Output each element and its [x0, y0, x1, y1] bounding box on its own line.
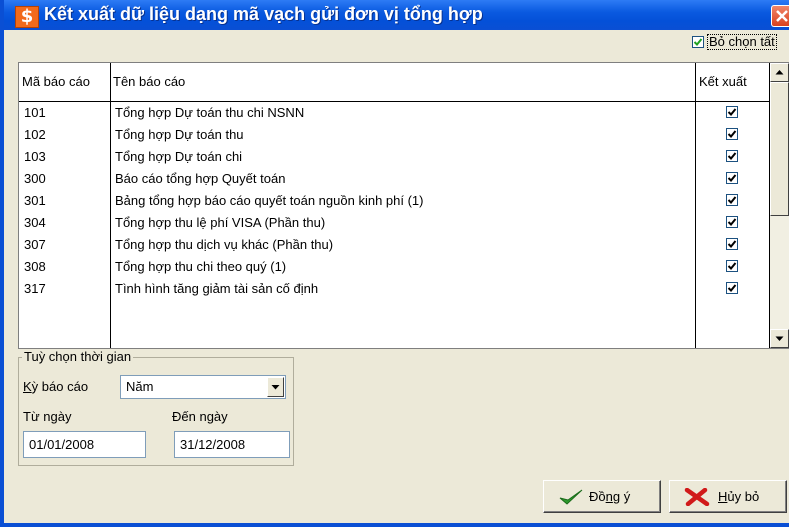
export-checkbox[interactable]: [726, 238, 738, 250]
report-table[interactable]: Mã báo cáo Tên báo cáo Kết xuất 101 Tổng…: [18, 62, 789, 349]
report-code: 308: [24, 259, 46, 274]
table-row[interactable]: 102 Tổng hợp Dự toán thu: [19, 124, 769, 146]
report-name: Tổng hợp Dự toán chi: [115, 149, 243, 164]
export-barcode-dialog: $ Kết xuất dữ liệu dạng mã vạch gửi đơn …: [0, 0, 789, 527]
deselect-all-checkbox[interactable]: Bỏ chọn tất: [692, 33, 777, 51]
dollar-app-icon: $: [15, 6, 39, 28]
arrow-up-icon: [775, 70, 784, 75]
chevron-down-icon: [271, 385, 280, 390]
to-date-input[interactable]: 31/12/2008: [174, 431, 290, 458]
time-options-group: Tuỳ chọn thời gian Kỳ báo cáo Năm Từ ngà…: [18, 349, 294, 466]
header-report-name[interactable]: Tên báo cáo: [110, 63, 696, 101]
period-label: Kỳ báo cáo: [23, 379, 89, 394]
ok-button[interactable]: Đồng ý: [543, 480, 661, 513]
table-header: Mã báo cáo Tên báo cáo Kết xuất: [19, 63, 769, 102]
cancel-label: Hủy bỏ: [718, 489, 760, 504]
window-title: Kết xuất dữ liệu dạng mã vạch gửi đơn vị…: [44, 4, 483, 24]
report-code: 307: [24, 237, 46, 252]
table-row[interactable]: 101 Tổng hợp Dự toán thu chi NSNN: [19, 102, 769, 124]
export-checkbox[interactable]: [726, 216, 738, 228]
table-row[interactable]: 317 Tình hình tăng giảm tài sản cố định: [19, 278, 769, 300]
close-icon: [776, 10, 788, 22]
report-name: Tổng hợp thu dịch vụ khác (Phần thu): [115, 237, 334, 252]
arrow-down-icon: [775, 336, 784, 341]
export-checkbox[interactable]: [726, 260, 738, 272]
report-name: Tình hình tăng giảm tài sản cố định: [115, 281, 319, 296]
period-select[interactable]: Năm: [120, 375, 286, 399]
period-value: Năm: [126, 379, 154, 394]
report-code: 103: [24, 149, 46, 164]
table-row[interactable]: 308 Tổng hợp thu chi theo quý (1): [19, 256, 769, 278]
scroll-up-button[interactable]: [770, 63, 789, 82]
scroll-thumb[interactable]: [770, 82, 789, 216]
report-code: 304: [24, 215, 46, 230]
export-checkbox[interactable]: [726, 106, 738, 118]
export-checkbox[interactable]: [726, 172, 738, 184]
table-body: 101 Tổng hợp Dự toán thu chi NSNN 102 Tổ…: [19, 102, 769, 300]
header-report-code[interactable]: Mã báo cáo: [19, 63, 110, 101]
scroll-down-button[interactable]: [770, 329, 789, 348]
to-date-label: Đến ngày: [172, 409, 228, 424]
report-name: Báo cáo tổng hợp Quyết toán: [115, 171, 286, 186]
export-checkbox[interactable]: [726, 194, 738, 206]
report-name: Tổng hợp Dự toán thu: [115, 127, 244, 142]
table-row[interactable]: 300 Báo cáo tổng hợp Quyết toán: [19, 168, 769, 190]
table-row[interactable]: 103 Tổng hợp Dự toán chi: [19, 146, 769, 168]
header-export[interactable]: Kết xuất: [696, 63, 769, 101]
table-row[interactable]: 301 Bảng tổng hợp báo cáo quyết toán ngu…: [19, 190, 769, 212]
red-x-icon: [684, 488, 710, 506]
from-date-input[interactable]: 01/01/2008: [23, 431, 146, 458]
title-bar[interactable]: $ Kết xuất dữ liệu dạng mã vạch gửi đơn …: [4, 0, 789, 30]
table-row[interactable]: 307 Tổng hợp thu dịch vụ khác (Phần thu): [19, 234, 769, 256]
ok-label: Đồng ý: [589, 489, 631, 504]
report-name: Tổng hợp Dự toán thu chi NSNN: [115, 105, 305, 120]
dropdown-button[interactable]: [267, 377, 284, 397]
report-code: 102: [24, 127, 46, 142]
report-name: Tổng hợp thu lệ phí VISA (Phần thu): [115, 215, 326, 230]
checkbox-checked-icon: [692, 35, 704, 48]
group-title: Tuỳ chọn thời gian: [22, 349, 134, 364]
export-checkbox[interactable]: [726, 282, 738, 294]
close-button[interactable]: [771, 5, 789, 27]
table-row[interactable]: 304 Tổng hợp thu lệ phí VISA (Phần thu): [19, 212, 769, 234]
report-code: 300: [24, 171, 46, 186]
vertical-scrollbar[interactable]: [769, 63, 789, 348]
report-name: Bảng tổng hợp báo cáo quyết toán nguồn k…: [115, 193, 424, 208]
export-checkbox[interactable]: [726, 150, 738, 162]
report-name: Tổng hợp thu chi theo quý (1): [115, 259, 287, 274]
cancel-button[interactable]: Hủy bỏ: [669, 480, 787, 513]
export-checkbox[interactable]: [726, 128, 738, 140]
report-code: 317: [24, 281, 46, 296]
deselect-all-label: Bỏ chọn tất: [707, 33, 777, 50]
from-date-label: Từ ngày: [23, 409, 72, 424]
report-code: 301: [24, 193, 46, 208]
report-code: 101: [24, 105, 46, 120]
checkmark-icon: [559, 489, 583, 505]
